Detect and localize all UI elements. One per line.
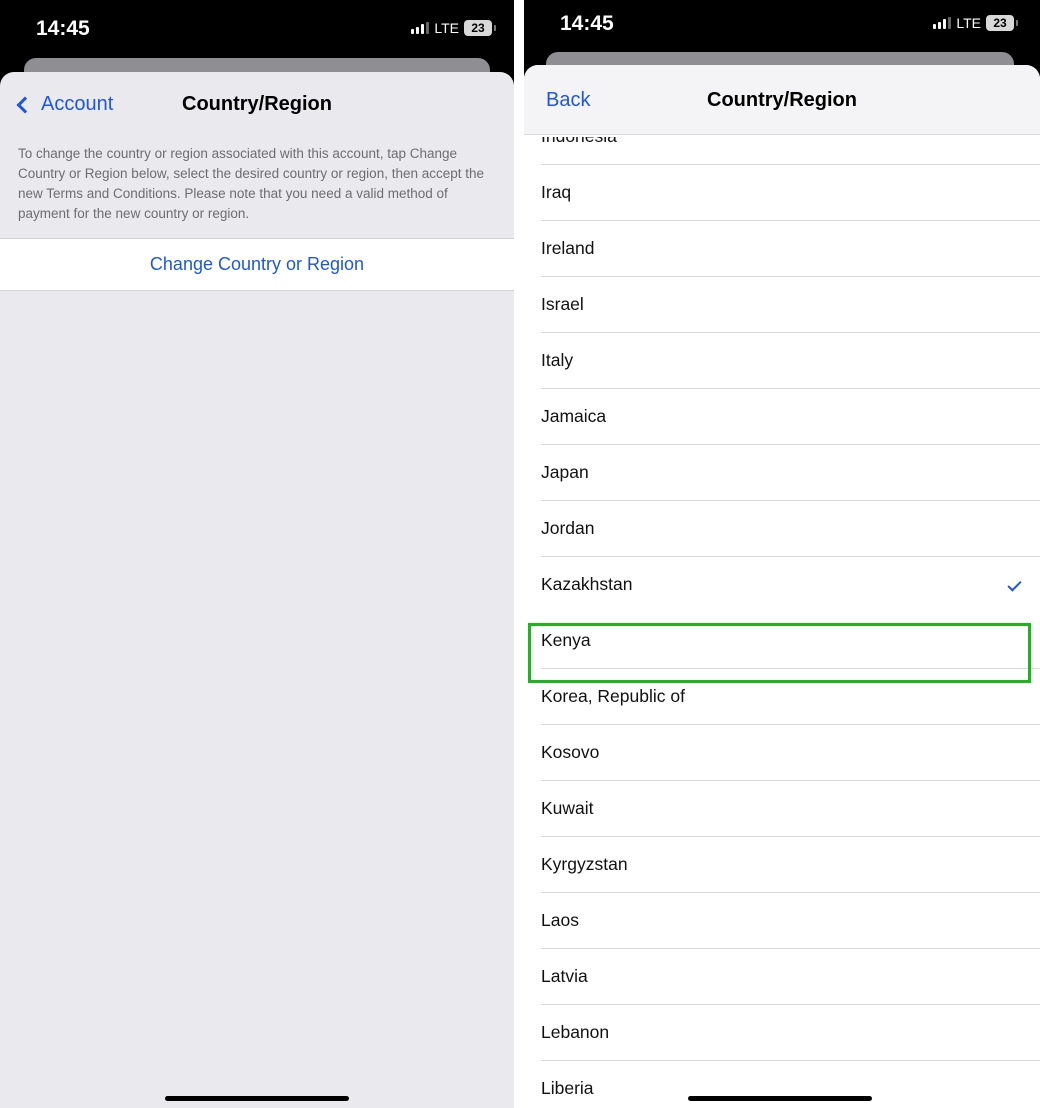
home-indicator[interactable]: [688, 1096, 872, 1101]
country-row[interactable]: Japan: [541, 445, 1040, 501]
country-row[interactable]: Kazakhstan: [541, 557, 1040, 613]
country-row[interactable]: Jamaica: [541, 389, 1040, 445]
country-label: Japan: [541, 462, 589, 482]
country-label: Italy: [541, 350, 574, 370]
navigation-bar: Account Country/Region: [0, 72, 514, 136]
country-label: Indonesia: [541, 137, 617, 147]
country-row[interactable]: Lebanon: [541, 1005, 1040, 1061]
country-label: Jamaica: [541, 406, 607, 426]
country-row[interactable]: Kyrgyzstan: [541, 837, 1040, 893]
country-label: Kenya: [541, 630, 591, 650]
country-row[interactable]: Kosovo: [541, 725, 1040, 781]
navigation-bar: Back Country/Region: [524, 65, 1040, 135]
page-title: Country/Region: [707, 89, 857, 111]
country-label: Latvia: [541, 966, 588, 986]
country-selection-screen: 14:45 LTE 23 Back Country/Region Indones…: [524, 0, 1040, 1108]
country-label: Kuwait: [541, 798, 594, 818]
country-label: Lebanon: [541, 1022, 610, 1042]
signal-icon: [933, 17, 952, 29]
country-label: Laos: [541, 910, 579, 930]
country-row[interactable]: Jordan: [541, 501, 1040, 557]
country-change-instructions: To change the country or region associat…: [18, 146, 485, 221]
country-label: Korea, Republic of: [541, 686, 685, 706]
page-title: Country/Region: [182, 93, 332, 115]
home-indicator[interactable]: [165, 1096, 349, 1101]
status-bar: 14:45 LTE 23: [0, 0, 514, 64]
country-row[interactable]: Iraq: [541, 165, 1040, 221]
country-row[interactable]: Kenya: [541, 613, 1040, 669]
country-list[interactable]: Indonesia Iraq Ireland Israel Italy Jamaica Ja…: [524, 137, 1040, 1108]
network-label: LTE: [434, 20, 459, 36]
country-label: Israel: [541, 294, 584, 314]
country-row[interactable]: Korea, Republic of: [541, 669, 1040, 725]
country-row[interactable]: Indonesia: [541, 137, 1040, 165]
status-time: 14:45: [560, 12, 614, 35]
country-list-sheet: Back Country/Region Indonesia Iraq Ireland…: [524, 65, 1040, 1108]
country-label: Kosovo: [541, 742, 600, 762]
checkmark-icon: [1007, 577, 1022, 592]
battery-icon: 23: [986, 15, 1018, 31]
account-country-screen: 14:45 LTE 23 Account Country/Region To c…: [0, 0, 514, 1108]
country-row[interactable]: Laos: [541, 893, 1040, 949]
country-row[interactable]: Kuwait: [541, 781, 1040, 837]
country-label: Jordan: [541, 518, 595, 538]
country-label: Kazakhstan: [541, 574, 633, 594]
country-label: Iraq: [541, 182, 572, 202]
country-region-sheet: Account Country/Region To change the cou…: [0, 72, 514, 1108]
change-country-label: Change Country or Region: [149, 254, 365, 274]
country-row[interactable]: Italy: [541, 333, 1040, 389]
country-row[interactable]: Latvia: [541, 949, 1040, 1005]
country-label: Kyrgyzstan: [541, 854, 628, 874]
status-time: 14:45: [36, 17, 90, 40]
country-row[interactable]: Ireland: [541, 221, 1040, 277]
country-row[interactable]: Israel: [541, 277, 1040, 333]
change-country-button[interactable]: Change Country or Region: [0, 238, 514, 291]
battery-icon: 23: [464, 20, 496, 36]
screen-pair: 14:45 LTE 23 Account Country/Region To c…: [0, 0, 1040, 1108]
country-label: Ireland: [541, 238, 595, 258]
status-icons: LTE 23: [411, 20, 496, 36]
country-label: Liberia: [541, 1078, 594, 1098]
status-icons: LTE 23: [933, 15, 1018, 31]
signal-icon: [411, 22, 430, 34]
network-label: LTE: [956, 15, 981, 31]
